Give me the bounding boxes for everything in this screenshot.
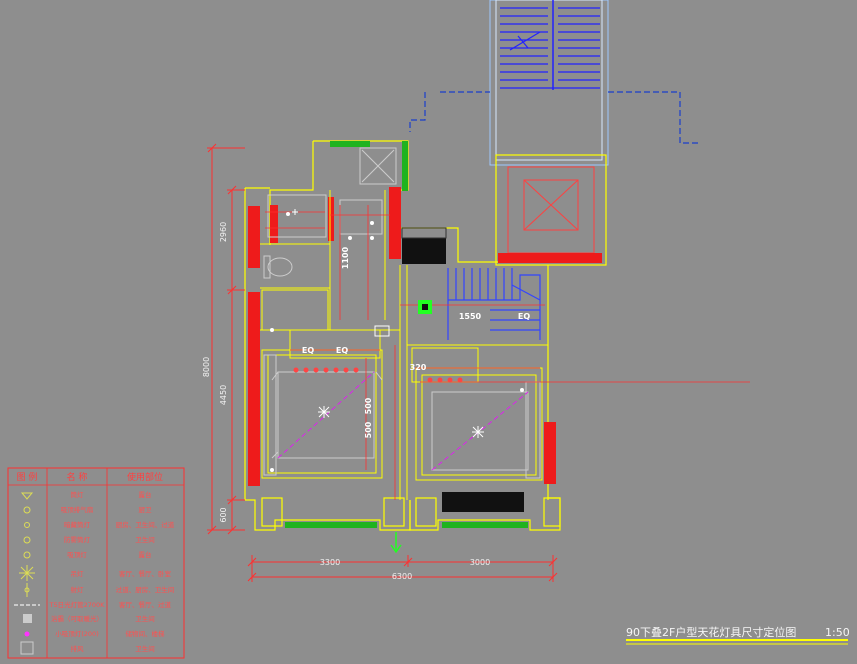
dim-8000: 8000 (202, 357, 211, 377)
dim-4450: 4450 (219, 385, 228, 405)
legend-name-4: 防雾筒灯 (64, 535, 91, 544)
dim-600: 600 (219, 507, 228, 522)
legend-name-1: 筒灯 (71, 490, 85, 499)
floor-plan-canvas: 2960 8000 4450 600 3300 3000 6300 1550 E… (0, 0, 857, 664)
legend-usage-2: 厨卫 (139, 506, 153, 514)
background (0, 0, 857, 664)
legend-usage-3: 厨房、卫生间、过道 (116, 520, 175, 529)
dim-500-label-a: 500 (364, 397, 373, 414)
legend-usage-7: 过道、厨房、卫生间 (116, 585, 175, 594)
legend-name-10: 小吸顶灯(200) (55, 629, 98, 638)
stair-width-label: 1550 (459, 312, 482, 321)
eq-label-left-b: EQ (336, 346, 348, 355)
dim-1100-label: 1100 (341, 246, 350, 269)
dim-3300: 3300 (320, 558, 340, 567)
dim-500-label-b: 500 (364, 421, 373, 438)
legend-name-3: 暗藏筒灯 (64, 520, 91, 529)
legend-header-usage: 使用部位 (127, 471, 163, 483)
eq-label-left-a: EQ (302, 346, 314, 355)
dim-3000: 3000 (470, 558, 490, 567)
legend-usage-5: 露台 (139, 550, 152, 559)
drawing-scale: 1:50 (825, 626, 850, 639)
eq-label-right: EQ (518, 312, 530, 321)
legend-usage-6: 客厅、餐厅、卧室 (119, 569, 172, 578)
dim-6300: 6300 (392, 572, 412, 581)
dim-320-label: 320 (410, 363, 427, 372)
legend-name-6: 吊灯 (71, 569, 85, 578)
drawing-title: 90下叠2F户型天花灯具尺寸定位图 (626, 625, 796, 639)
bath-heater-icon (23, 614, 32, 623)
legend-name-2: 吸顶排气扇 (61, 505, 94, 514)
legend-header-name: 名 称 (67, 471, 88, 483)
legend-name-5: 吸顶灯 (67, 550, 87, 559)
legend-name-11: 排风 (71, 644, 85, 653)
legend-header-symbol: 图 例 (17, 471, 38, 483)
chandelier-icon (19, 565, 35, 581)
dim-2960: 2960 (219, 222, 228, 242)
legend-name-8: T5日光灯管2700K (49, 600, 106, 609)
legend-usage-9: 卫生间 (135, 614, 155, 623)
legend-usage-10: 储物间、楼梯 (126, 629, 166, 638)
legend-usage-1: 露台 (139, 490, 152, 499)
legend-usage-8: 客厅、餐厅、过道 (119, 600, 172, 609)
legend-usage-11: 卫生间 (135, 644, 155, 653)
legend-name-7: 射灯 (71, 585, 85, 594)
small-ceiling-light-icon (24, 631, 30, 637)
legend-name-9: 浴霸（可取暖光） (51, 614, 103, 623)
legend-usage-4: 卫生间 (135, 535, 155, 544)
